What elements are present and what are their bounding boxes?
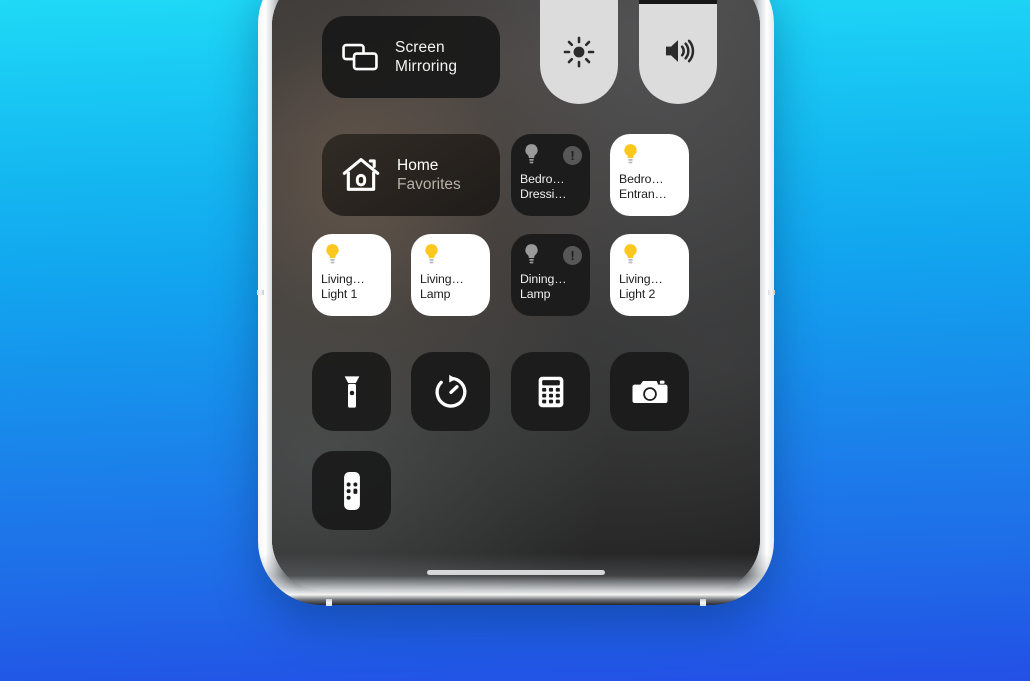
accessory-name-line1: Bedro… bbox=[619, 172, 664, 186]
home-title: Home bbox=[397, 157, 439, 174]
home-tile-text: Home Favorites bbox=[397, 156, 461, 194]
lightbulb-icon bbox=[624, 144, 637, 164]
timer-icon bbox=[435, 374, 466, 408]
accessory-name-line2: Lamp bbox=[520, 287, 551, 301]
accessory-head bbox=[619, 243, 681, 267]
screen-mirroring-line2: Mirroring bbox=[395, 58, 458, 75]
lightbulb-icon bbox=[525, 244, 538, 264]
accessory-name-line1: Living… bbox=[619, 272, 663, 286]
lightbulb-icon bbox=[425, 244, 438, 264]
accessory-name-line1: Dining… bbox=[520, 272, 567, 286]
calculator-icon bbox=[538, 376, 563, 407]
accessory-head bbox=[420, 243, 482, 267]
home-indicator[interactable] bbox=[427, 570, 605, 575]
iphone-device-frame: Screen Mirroring Home Favorites ! Bedro…… bbox=[257, 0, 775, 606]
antenna-band-right bbox=[768, 290, 775, 295]
accessory-name-line1: Bedro… bbox=[520, 172, 565, 186]
brightness-sun-icon bbox=[563, 36, 595, 68]
camera-icon bbox=[632, 380, 667, 403]
control-center: Screen Mirroring Home Favorites ! Bedro…… bbox=[272, 0, 760, 591]
accessory-name: Dining… Lamp bbox=[520, 272, 582, 302]
accessory-name: Bedro… Dressi… bbox=[520, 172, 582, 202]
accessory-name: Living… Lamp bbox=[420, 272, 482, 302]
lightbulb-icon bbox=[326, 244, 339, 264]
accessory-name-line2: Dressi… bbox=[520, 187, 567, 201]
accessory-tile-bedroom-dressing[interactable]: ! Bedro… Dressi… bbox=[511, 134, 590, 216]
accessory-name: Bedro… Entran… bbox=[619, 172, 681, 202]
iphone-screen: Screen Mirroring Home Favorites ! Bedro…… bbox=[272, 0, 760, 591]
accessory-name-line2: Light 2 bbox=[619, 287, 656, 301]
flashlight-button[interactable] bbox=[312, 352, 391, 431]
camera-button[interactable] bbox=[610, 352, 689, 431]
volume-speaker-icon bbox=[665, 39, 695, 63]
home-favorites-tile[interactable]: Home Favorites bbox=[322, 134, 500, 216]
screen-mirroring-icon bbox=[342, 43, 378, 71]
tv-remote-icon bbox=[343, 471, 360, 510]
screen-mirroring-tile[interactable]: Screen Mirroring bbox=[322, 16, 500, 98]
accessory-name-line1: Living… bbox=[420, 272, 464, 286]
calculator-button[interactable] bbox=[511, 352, 590, 431]
accessory-head bbox=[619, 143, 681, 167]
accessory-badge-glyph: ! bbox=[570, 247, 575, 263]
accessory-name-line2: Light 1 bbox=[321, 287, 358, 301]
accessory-tile-dining-lamp[interactable]: ! Dining… Lamp bbox=[511, 234, 590, 316]
brightness-slider[interactable] bbox=[540, 0, 618, 104]
lightbulb-icon bbox=[624, 244, 637, 264]
screen-mirroring-line1: Screen bbox=[395, 39, 445, 56]
accessory-head: ! bbox=[520, 143, 582, 167]
antenna-band-bottom-left bbox=[326, 599, 332, 606]
home-house-icon bbox=[342, 158, 380, 191]
accessory-name: Living… Light 2 bbox=[619, 272, 681, 302]
accessory-head: ! bbox=[520, 243, 582, 267]
accessory-name-line1: Living… bbox=[321, 272, 365, 286]
accessory-status-badge: ! bbox=[563, 245, 582, 265]
accessory-name: Living… Light 1 bbox=[321, 272, 383, 302]
antenna-band-left bbox=[257, 290, 264, 295]
timer-button[interactable] bbox=[411, 352, 490, 431]
accessory-status-badge: ! bbox=[563, 145, 582, 165]
accessory-tile-living-light-1[interactable]: Living… Light 1 bbox=[312, 234, 391, 316]
accessory-head bbox=[321, 243, 383, 267]
antenna-band-bottom-right bbox=[700, 599, 706, 606]
accessory-badge-glyph: ! bbox=[570, 147, 575, 163]
flashlight-icon bbox=[344, 375, 359, 408]
home-subtitle: Favorites bbox=[397, 176, 461, 193]
accessory-name-line2: Entran… bbox=[619, 187, 667, 201]
lightbulb-icon bbox=[525, 144, 538, 164]
accessory-tile-bedroom-entrance[interactable]: Bedro… Entran… bbox=[610, 134, 689, 216]
accessory-name-line2: Lamp bbox=[420, 287, 451, 301]
volume-slider[interactable] bbox=[639, 0, 717, 104]
screenshot-root: Screen Mirroring Home Favorites ! Bedro…… bbox=[0, 0, 1030, 681]
accessory-tile-living-light-2[interactable]: Living… Light 2 bbox=[610, 234, 689, 316]
screen-mirroring-label: Screen Mirroring bbox=[395, 38, 457, 76]
volume-slider-icon-wrap bbox=[639, 32, 717, 70]
brightness-slider-icon-wrap bbox=[540, 34, 618, 70]
apple-tv-remote-button[interactable] bbox=[312, 451, 391, 530]
accessory-tile-living-lamp[interactable]: Living… Lamp bbox=[411, 234, 490, 316]
